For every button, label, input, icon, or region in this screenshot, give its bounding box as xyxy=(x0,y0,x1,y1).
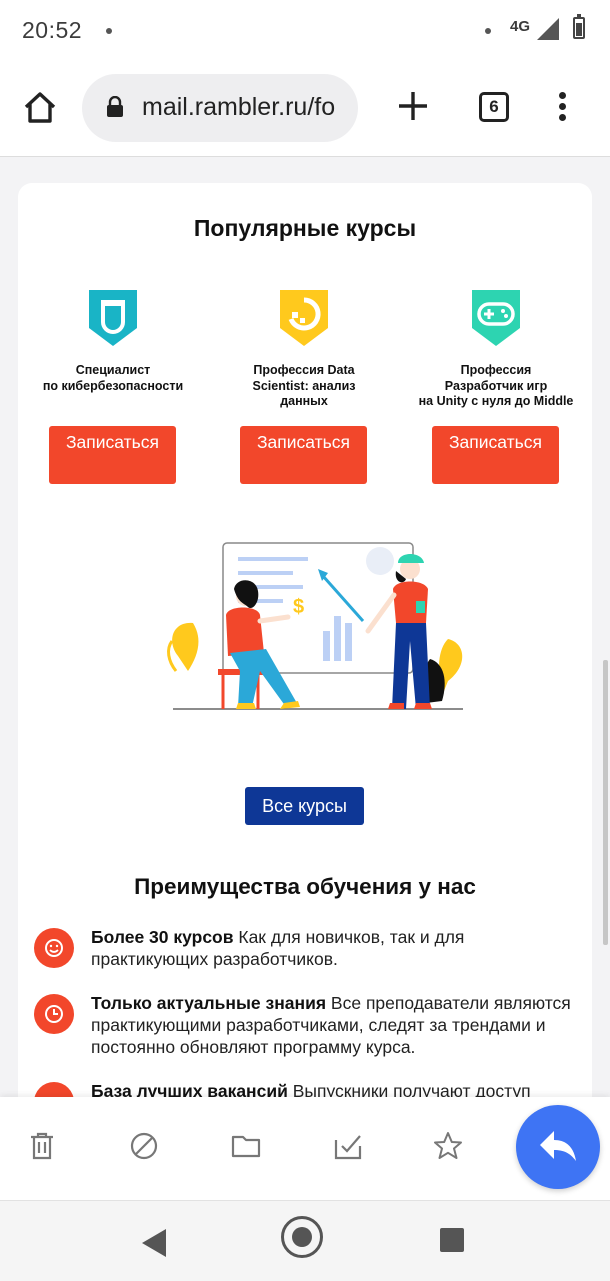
signal-icon xyxy=(537,18,559,40)
battery-icon xyxy=(573,14,585,39)
course-name: Профессия Data Scientist: анализ данных xyxy=(252,363,356,408)
enroll-button[interactable]: Записаться xyxy=(240,426,367,484)
advantage-text: Более 30 курсов Как для новичков, так и … xyxy=(91,926,581,970)
courses-title: Популярные курсы xyxy=(193,215,417,241)
notification-dot xyxy=(106,28,112,34)
address-bar[interactable]: mail.rambler.ru/fo xyxy=(82,74,358,142)
network-type: 4G xyxy=(510,18,531,35)
advantage-heading: База лучших вакансий xyxy=(91,1081,288,1097)
all-courses-button[interactable]: Все курсы xyxy=(245,787,364,825)
home-icon[interactable] xyxy=(20,87,60,127)
data-icon xyxy=(280,290,328,346)
content-card: Популярные курсы Специалист по кибербезо… xyxy=(18,183,592,1097)
advantage-heading: Только актуальные знания xyxy=(91,993,327,1013)
advantage-text: Только актуальные знания Все преподавате… xyxy=(91,992,581,1058)
reply-icon xyxy=(540,1131,576,1161)
new-tab-icon[interactable] xyxy=(396,89,430,123)
courses-illustration: $ xyxy=(167,542,463,710)
gamepad-icon xyxy=(472,290,520,346)
advantage-description: Выпускники получают доступ xyxy=(287,1081,531,1097)
page-content: Популярные курсы Специалист по кибербезо… xyxy=(0,157,610,1097)
status-time: 20:52 xyxy=(22,17,83,43)
course-name: Специалист по кибербезопасности xyxy=(42,363,184,393)
advantages-title: Преимущества обучения у нас xyxy=(134,874,476,899)
home-nav-icon[interactable] xyxy=(281,1216,323,1258)
mark-read-icon[interactable] xyxy=(332,1130,364,1162)
enroll-button[interactable]: Записаться xyxy=(49,426,176,484)
enroll-button[interactable]: Записаться xyxy=(432,426,559,484)
vacancies-icon xyxy=(34,1082,74,1097)
recent-apps-icon[interactable] xyxy=(440,1228,464,1252)
mail-action-bar xyxy=(0,1097,610,1200)
trash-icon[interactable] xyxy=(26,1130,58,1162)
star-icon[interactable] xyxy=(432,1130,464,1162)
overflow-menu-icon[interactable] xyxy=(557,92,567,126)
reply-button[interactable] xyxy=(516,1105,600,1189)
back-icon[interactable] xyxy=(142,1229,168,1257)
advantage-heading: Более 30 курсов xyxy=(91,927,234,947)
smile-icon xyxy=(34,928,74,968)
clock-icon xyxy=(34,994,74,1034)
svg-text:$: $ xyxy=(293,596,304,618)
notification-dot xyxy=(485,28,491,34)
course-name: Профессия Разработчик игр на Unity с нул… xyxy=(418,363,574,408)
browser-toolbar: mail.rambler.ru/fo 6 xyxy=(0,62,610,157)
spam-icon[interactable] xyxy=(128,1130,160,1162)
status-bar: 20:52 4G xyxy=(0,0,610,62)
advantage-text: База лучших вакансий Выпускники получают… xyxy=(91,1080,581,1097)
shield-icon xyxy=(89,290,137,346)
folder-icon[interactable] xyxy=(230,1130,262,1162)
scrollbar[interactable] xyxy=(603,660,608,945)
tab-switcher-button[interactable]: 6 xyxy=(479,92,509,122)
url-text: mail.rambler.ru/fo xyxy=(142,93,336,121)
system-nav-bar xyxy=(0,1200,610,1281)
lock-icon xyxy=(107,96,123,117)
